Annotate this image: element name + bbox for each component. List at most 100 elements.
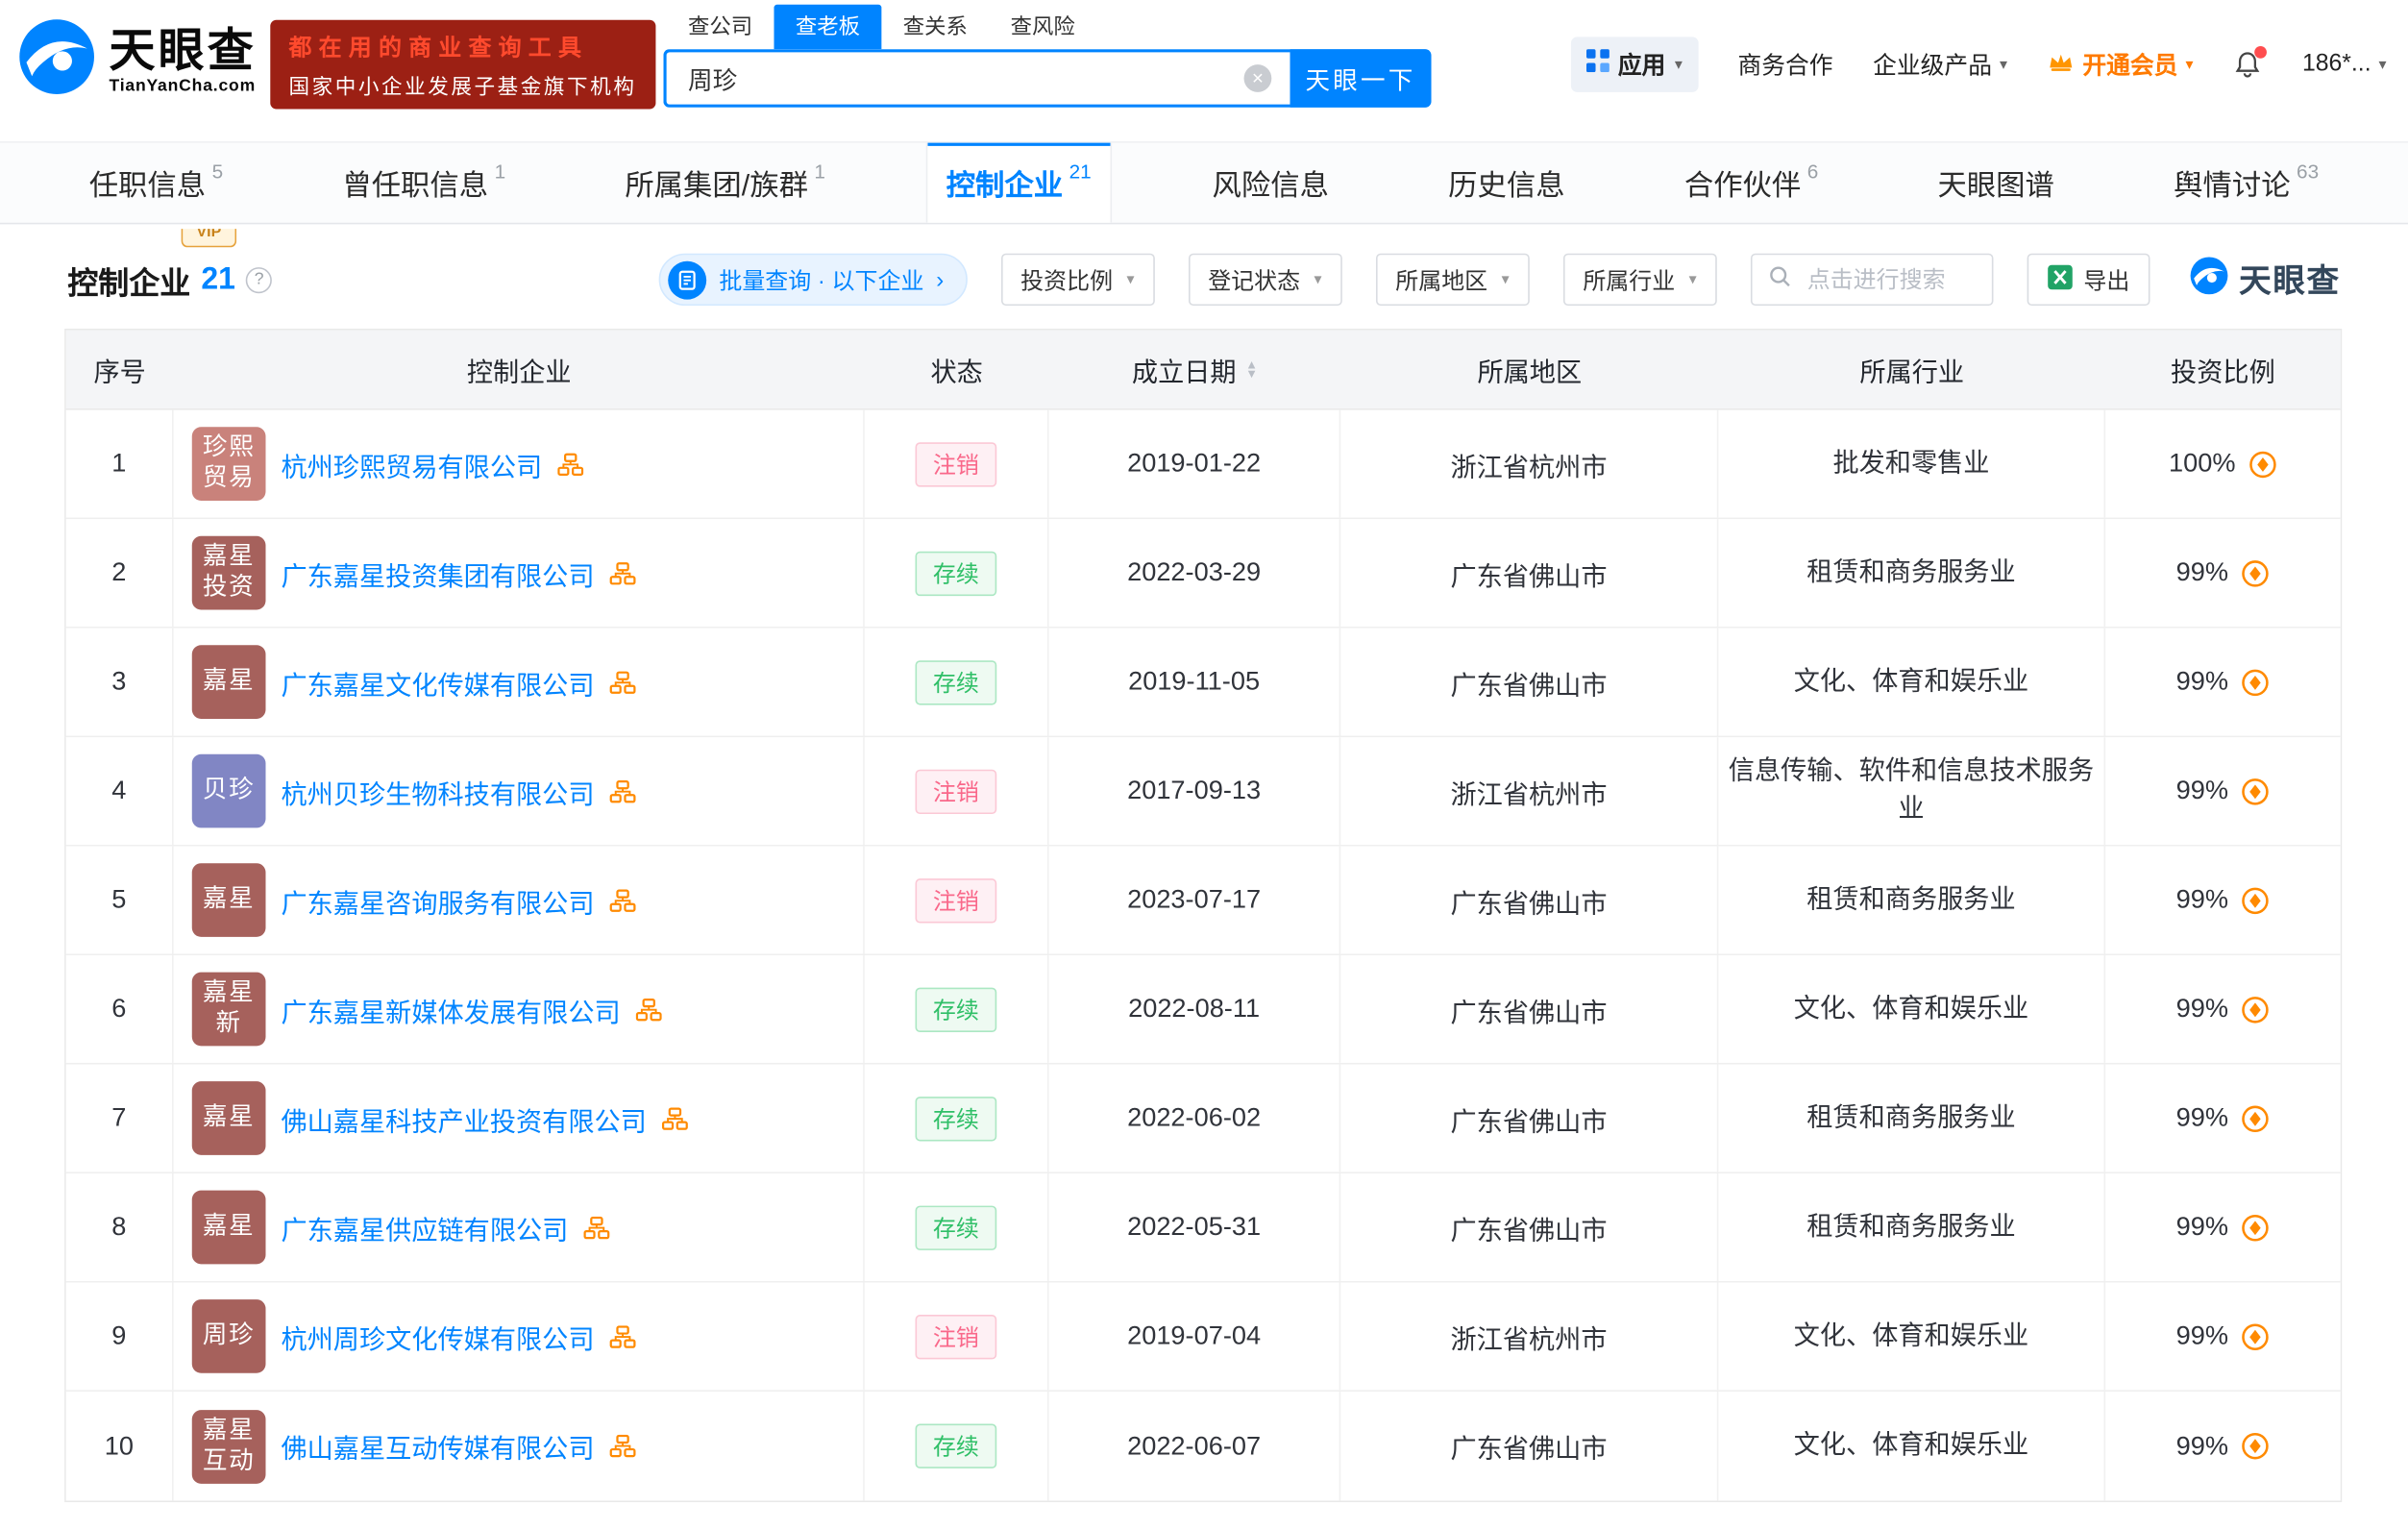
ratio-value: 99%: [2176, 1320, 2228, 1351]
industry: 文化、体育和娱乐业: [1718, 1282, 2105, 1390]
th-label: 所属行业: [1859, 350, 1964, 388]
company-name-link[interactable]: 杭州周珍文化传媒有限公司: [281, 1317, 594, 1355]
help-icon[interactable]: ?: [246, 266, 272, 292]
filter-登记状态[interactable]: 登记状态 ▾: [1188, 254, 1341, 306]
menu-business-cooperation[interactable]: 商务合作: [1737, 48, 1832, 82]
ratio-cell: 99%: [2105, 847, 2341, 954]
table-row: 10 嘉星互动 佛山嘉星互动传媒有限公司 存续 2022-06-07 广东省佛山…: [66, 1392, 2341, 1500]
industry: 信息传输、软件和信息技术服务业: [1718, 737, 2105, 845]
row-index: 10: [66, 1392, 174, 1500]
equity-structure-icon[interactable]: [2241, 885, 2270, 914]
status-badge: 存续: [916, 1424, 995, 1468]
search-tab-查风险[interactable]: 查风险: [989, 5, 1096, 49]
org-chart-icon[interactable]: [609, 889, 635, 912]
company-name-link[interactable]: 杭州贝珍生物科技有限公司: [281, 772, 594, 810]
company-name-link[interactable]: 广东嘉星文化传媒有限公司: [281, 663, 594, 702]
status-badge: 注销: [916, 877, 995, 922]
org-chart-icon[interactable]: [609, 671, 635, 694]
company-cell: 嘉星 广东嘉星供应链有限公司: [174, 1173, 865, 1281]
tab-任职信息[interactable]: 任职信息 5: [71, 143, 242, 223]
company-name-link[interactable]: 广东嘉星投资集团有限公司: [281, 554, 594, 592]
sort-icon[interactable]: ▲ ▼: [1245, 360, 1258, 379]
filter-所属行业[interactable]: 所属行业 ▾: [1563, 254, 1717, 306]
notification-bell-icon[interactable]: [2233, 50, 2262, 79]
filter-所属地区[interactable]: 所属地区 ▾: [1375, 254, 1529, 306]
equity-structure-icon[interactable]: [2241, 995, 2270, 1024]
clear-search-icon[interactable]: ×: [1244, 64, 1272, 92]
company-name-link[interactable]: 广东嘉星咨询服务有限公司: [281, 881, 594, 920]
org-chart-icon[interactable]: [609, 561, 635, 584]
ratio-value: 99%: [2176, 1212, 2228, 1243]
company-name-link[interactable]: 杭州珍熙贸易有限公司: [281, 445, 542, 483]
tab-天眼图谱[interactable]: 天眼图谱: [1919, 143, 2073, 223]
equity-structure-icon[interactable]: [2241, 1432, 2270, 1461]
org-chart-icon[interactable]: [609, 1324, 635, 1347]
org-chart-icon[interactable]: [662, 1107, 688, 1130]
ratio-cell: 99%: [2105, 1173, 2341, 1281]
org-chart-icon[interactable]: [609, 779, 635, 802]
apps-button[interactable]: 应用 ▾: [1570, 37, 1698, 92]
industry: 租赁和商务服务业: [1718, 1065, 2105, 1172]
tab-count: 5: [212, 160, 224, 183]
table-row: 8 嘉星 广东嘉星供应链有限公司 存续 2022-05-31 广东省佛山市 租赁…: [66, 1173, 2341, 1282]
tab-所属集团/族群[interactable]: 所属集团/族群 1: [606, 143, 844, 223]
company-avatar: 周珍: [192, 1299, 266, 1373]
filter-投资比例[interactable]: 投资比例 ▾: [1000, 254, 1154, 306]
status-badge: 存续: [916, 1096, 995, 1140]
promo-line1: 都在用的商业查询工具: [288, 31, 636, 63]
equity-structure-icon[interactable]: [2241, 1321, 2270, 1350]
brand-logo[interactable]: 天眼查 TianYanCha.com: [15, 15, 257, 106]
company-cell: 嘉星互动 佛山嘉星互动传媒有限公司: [174, 1392, 865, 1500]
search-button[interactable]: 天眼一下: [1290, 49, 1431, 108]
menu-enterprise-products[interactable]: 企业级产品 ▾: [1873, 48, 2007, 82]
tab-控制企业[interactable]: 控制企业 21: [926, 143, 1112, 223]
tab-舆情讨论[interactable]: 舆情讨论 63: [2155, 143, 2337, 223]
org-chart-icon[interactable]: [609, 1435, 635, 1458]
menu-label: 商务合作: [1737, 48, 1832, 82]
tab-count: 63: [2297, 160, 2319, 183]
th-label: 状态: [931, 350, 983, 388]
promo-banner: 都在用的商业查询工具 国家中小企业发展子基金旗下机构: [270, 20, 654, 110]
menu-open-vip[interactable]: 开通会员 ▾: [2048, 48, 2194, 82]
search-tab-查公司[interactable]: 查公司: [667, 5, 774, 49]
table-search-input[interactable]: [1805, 265, 1977, 294]
equity-structure-icon[interactable]: [2241, 558, 2270, 587]
equity-structure-icon[interactable]: [2241, 1213, 2270, 1242]
company-name-link[interactable]: 佛山嘉星互动传媒有限公司: [281, 1427, 594, 1466]
equity-structure-icon[interactable]: [2241, 667, 2270, 696]
controlled-companies-table: 序号 控制企业 状态 成立日期 ▲ ▼ 所属地区 所属行业 投资比例 1 珍熙贸…: [64, 329, 2342, 1502]
tab-label: 控制企业: [946, 162, 1063, 204]
apps-grid-icon: [1585, 49, 1609, 80]
company-name-link[interactable]: 广东嘉星供应链有限公司: [281, 1208, 568, 1246]
equity-structure-icon[interactable]: [2241, 777, 2270, 805]
tab-label: 任职信息: [89, 162, 206, 204]
search-tabs: 查公司 查老板 查关系 查风险: [667, 10, 1432, 50]
export-button[interactable]: 导出: [2027, 254, 2150, 306]
tab-label: 历史信息: [1448, 162, 1564, 204]
tab-风险信息[interactable]: 风险信息: [1193, 143, 1347, 223]
batch-query-button[interactable]: 批量查询 · 以下企业 ›: [659, 254, 967, 306]
company-avatar: 嘉星新: [192, 973, 266, 1047]
user-account-menu[interactable]: 186*... ▾: [2302, 51, 2387, 79]
status-badge: 注销: [916, 769, 995, 813]
search-tab-查老板[interactable]: 查老板: [774, 5, 881, 49]
equity-structure-icon[interactable]: [2241, 1103, 2270, 1132]
tab-曾任职信息[interactable]: 曾任职信息 1: [324, 143, 524, 223]
equity-structure-icon[interactable]: [2248, 449, 2276, 478]
tab-合作伙伴[interactable]: 合作伙伴 6: [1666, 143, 1837, 223]
company-name-link[interactable]: 佛山嘉星科技产业投资有限公司: [281, 1099, 646, 1138]
org-chart-icon[interactable]: [583, 1216, 609, 1239]
industry: 文化、体育和娱乐业: [1718, 629, 2105, 736]
org-chart-icon[interactable]: [636, 998, 662, 1021]
search-input[interactable]: [685, 63, 1244, 94]
tab-历史信息[interactable]: 历史信息: [1430, 143, 1584, 223]
ratio-cell: 99%: [2105, 1065, 2341, 1172]
status-badge: 存续: [916, 1205, 995, 1249]
th-label: 所属地区: [1477, 350, 1582, 388]
table-row: 9 周珍 杭州周珍文化传媒有限公司 注销 2019-07-04 浙江省杭州市 文…: [66, 1282, 2341, 1391]
page: 天眼查 TianYanCha.com 都在用的商业查询工具 国家中小企业发展子基…: [0, 0, 2408, 1530]
company-name-link[interactable]: 广东嘉星新媒体发展有限公司: [281, 990, 620, 1028]
search-tab-查关系[interactable]: 查关系: [881, 5, 989, 49]
org-chart-icon[interactable]: [557, 453, 583, 476]
table-row: 5 嘉星 广东嘉星咨询服务有限公司 注销 2023-07-17 广东省佛山市 租…: [66, 847, 2341, 955]
